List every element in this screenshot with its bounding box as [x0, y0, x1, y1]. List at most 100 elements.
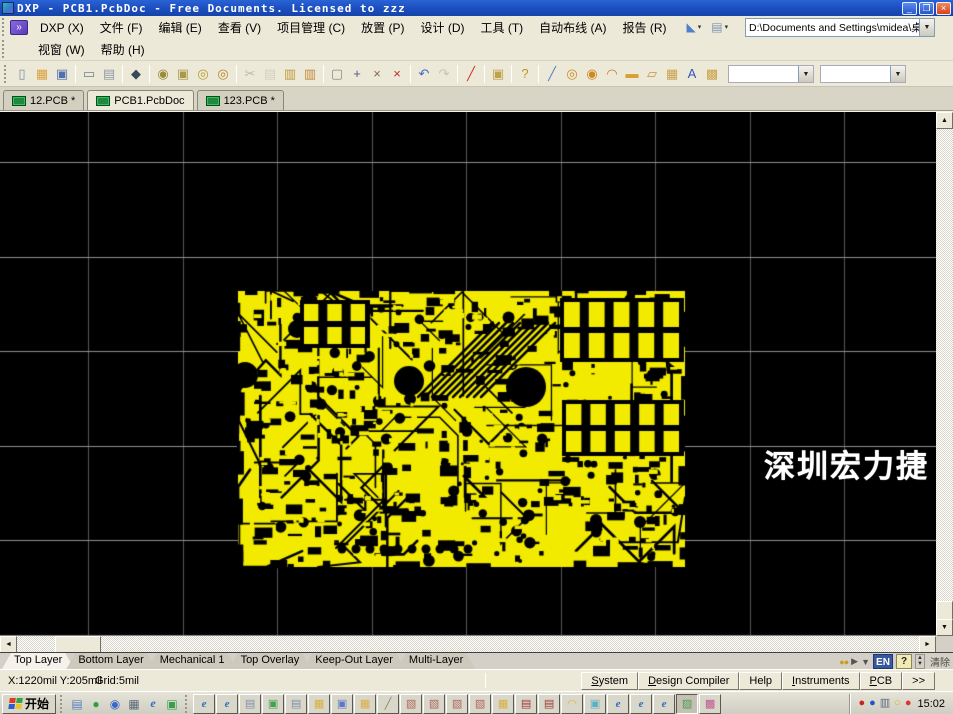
menu-item-4[interactable]: 项目管理 (C) [269, 18, 353, 38]
horizontal-scroll-thumb[interactable] [55, 636, 101, 653]
folder-window-button[interactable]: ▦ [308, 694, 330, 714]
net-dropdown-arrow-icon[interactable]: ▼ [798, 66, 813, 82]
msn-icon[interactable]: ◉ [106, 695, 124, 713]
layer-tab-mechanical-1[interactable]: Mechanical 1 [148, 653, 237, 669]
network-icon[interactable]: ▥ [880, 698, 890, 709]
toolbar-grip[interactable] [2, 40, 7, 58]
snap-dots-icon[interactable]: ●● [839, 657, 848, 667]
menu-item-2[interactable]: 编辑 (E) [150, 18, 209, 38]
layer-tab-top-layer[interactable]: Top Layer [2, 653, 74, 669]
deselect-icon[interactable]: × [367, 64, 387, 84]
panel-button-instruments[interactable]: Instruments [782, 672, 859, 690]
toolbar-grip[interactable] [4, 65, 9, 83]
report-tool-dropdown[interactable]: ▤▾ [709, 19, 730, 35]
wand-icon[interactable]: ╱ [461, 64, 481, 84]
zoom-points-icon[interactable]: ◎ [213, 64, 233, 84]
place-pad-icon[interactable]: ◎ [562, 64, 582, 84]
quicklaunch-grip[interactable] [60, 695, 64, 713]
menu-item-8[interactable]: 自动布线 (A) [531, 18, 614, 38]
open-icon[interactable]: ▦ [32, 64, 52, 84]
document-path-combobox[interactable]: D:\Documents and Settings\midea\桌[ ▼ [745, 18, 935, 37]
panel-button-design-compiler[interactable]: Design Compiler [638, 672, 739, 690]
start-button[interactable]: 开始 [2, 694, 56, 714]
mute-icon[interactable]: ● [858, 698, 865, 709]
panel-button-help[interactable]: Help [739, 672, 782, 690]
ie-icon[interactable]: e [144, 695, 162, 713]
ie-window-button[interactable]: e [607, 694, 629, 714]
layer-tab-keep-out-layer[interactable]: Keep-Out Layer [303, 653, 405, 669]
title-bar[interactable]: DXP - PCB1.PcbDoc - Free Documents. Lice… [0, 0, 953, 16]
paste-recall-icon[interactable]: ▥ [300, 64, 320, 84]
place-polygon-icon[interactable]: ▱ [642, 64, 662, 84]
pen-window-button[interactable]: ╱ [377, 694, 399, 714]
zoom-in-icon[interactable]: ◉ [153, 64, 173, 84]
place-line-icon[interactable]: ╱ [542, 64, 562, 84]
tools-window-button[interactable]: ◠ [561, 694, 583, 714]
dxp-menu-icon[interactable]: » [10, 20, 28, 35]
menu-item-5[interactable]: 放置 (P) [353, 18, 412, 38]
recycle-window-button[interactable]: ▣ [262, 694, 284, 714]
close-button[interactable]: × [936, 2, 951, 15]
print-icon[interactable]: ▭ [79, 64, 99, 84]
scroll-up-icon[interactable]: ▲ [936, 112, 953, 129]
bulb-icon[interactable]: ○ [894, 698, 901, 709]
new-document-icon[interactable]: ▯ [12, 64, 32, 84]
dropdown-arrow-icon[interactable]: ▾ [725, 23, 729, 31]
language-bar-en-badge[interactable]: EN [873, 654, 893, 669]
place-string-icon[interactable]: A [682, 64, 702, 84]
show-desktop-icon[interactable]: ▤ [68, 695, 86, 713]
panel-button--[interactable]: >> [902, 672, 935, 690]
zoom-document-icon[interactable]: ▣ [173, 64, 193, 84]
paint-window-button[interactable]: ▧ [423, 694, 445, 714]
scroll-right-icon[interactable]: ► [919, 636, 936, 653]
layer-scroll-icon[interactable]: ▶ [851, 656, 858, 667]
move-icon[interactable]: + [347, 64, 367, 84]
menu-item-3[interactable]: 查看 (V) [210, 18, 269, 38]
book-window-button[interactable]: ▣ [584, 694, 606, 714]
layout-tool-dropdown[interactable]: ◣▾ [685, 19, 704, 35]
document-tab-2[interactable]: 123.PCB * [197, 90, 284, 110]
dxp-window-button[interactable]: ▨ [676, 694, 698, 714]
media-player-icon[interactable]: ● [87, 695, 105, 713]
document-window-button[interactable]: ▤ [239, 694, 261, 714]
layer-tab-multi-layer[interactable]: Multi-Layer [397, 653, 475, 669]
volume-icon[interactable]: ● [869, 698, 876, 709]
minimize-button[interactable]: _ [902, 2, 917, 15]
books-window-button[interactable]: ▤ [538, 694, 560, 714]
vertical-scrollbar[interactable]: ▲ ▼ [936, 112, 953, 636]
pcb-editor-workspace[interactable]: 深圳宏力捷 ▲ ▼ ◄ ► [0, 111, 953, 652]
document-tab-0[interactable]: 12.PCB * [3, 90, 84, 110]
books-window-button[interactable]: ▤ [515, 694, 537, 714]
clear-filter-icon[interactable]: × [387, 64, 407, 84]
layer-tab-bottom-layer[interactable]: Bottom Layer [66, 653, 155, 669]
menu-item-1[interactable]: 文件 (F) [92, 18, 151, 38]
place-fill-icon[interactable]: ▬ [622, 64, 642, 84]
paint-window-button[interactable]: ▧ [469, 694, 491, 714]
colors-window-button[interactable]: ▩ [699, 694, 721, 714]
bitmap-icon[interactable]: ▣ [488, 64, 508, 84]
net-combobox[interactable]: ▼ [728, 65, 814, 83]
layer-tab-top-overlay[interactable]: Top Overlay [229, 653, 312, 669]
dropdown-arrow-icon[interactable]: ▾ [698, 23, 702, 31]
place-via-icon[interactable]: ◉ [582, 64, 602, 84]
menu-item-row2-1[interactable]: 帮助 (H) [93, 40, 153, 60]
language-options-icon[interactable]: ▲▼ [915, 654, 925, 669]
menu-item-7[interactable]: 工具 (T) [473, 18, 532, 38]
toolbar-grip[interactable] [2, 18, 7, 36]
taskband-grip[interactable] [185, 695, 189, 713]
document-window-button[interactable]: ▤ [285, 694, 307, 714]
save-icon[interactable]: ▣ [52, 64, 72, 84]
place-arc-icon[interactable]: ◠ [602, 64, 622, 84]
menu-item-6[interactable]: 设计 (D) [413, 18, 473, 38]
undo-icon[interactable]: ↶ [414, 64, 434, 84]
component-dropdown-arrow-icon[interactable]: ▼ [890, 66, 905, 82]
document-tab-1[interactable]: PCB1.PcbDoc [87, 90, 193, 110]
restore-button[interactable]: ❐ [919, 2, 934, 15]
frame-window-button[interactable]: ▣ [331, 694, 353, 714]
pcb-canvas[interactable] [0, 112, 936, 636]
path-dropdown-arrow-icon[interactable]: ▼ [919, 19, 934, 36]
folder-window-button[interactable]: ▦ [492, 694, 514, 714]
calculator-icon[interactable]: ▦ [125, 695, 143, 713]
print-preview-icon[interactable]: ▤ [99, 64, 119, 84]
ie-window-button[interactable]: e [653, 694, 675, 714]
